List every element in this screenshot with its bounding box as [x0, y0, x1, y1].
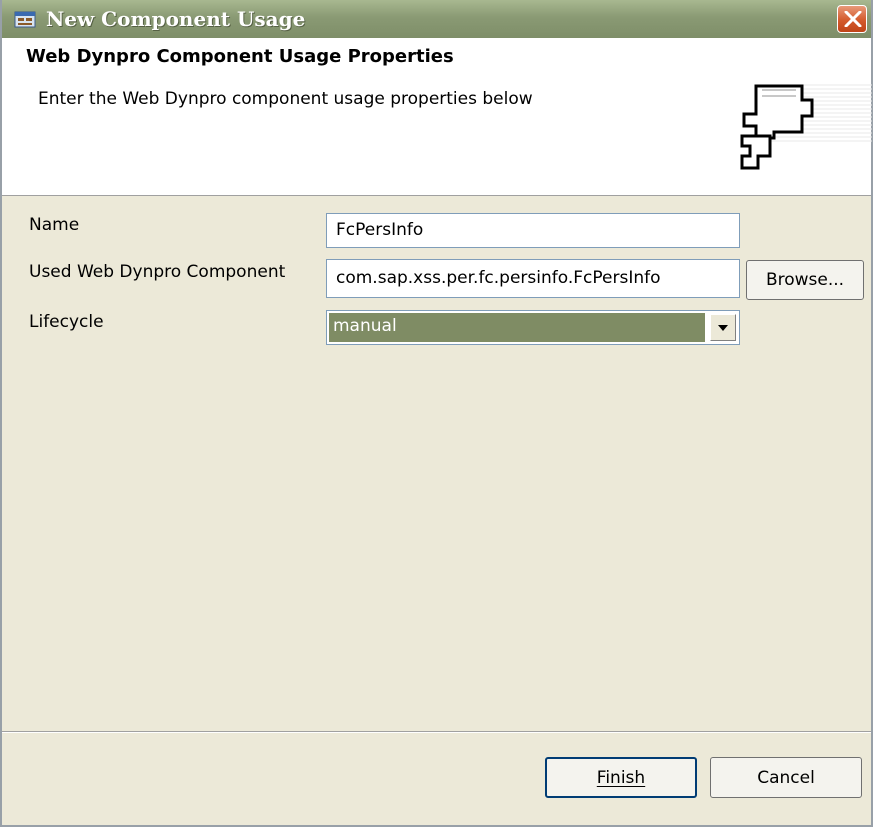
header-description: Enter the Web Dynpro component usage pro… [38, 89, 533, 109]
component-window-icon [14, 11, 36, 28]
title-bar[interactable]: New Component Usage [2, 0, 871, 38]
name-label: Name [29, 215, 80, 235]
browse-button[interactable]: Browse... [746, 260, 864, 300]
lifecycle-selected-value: manual [329, 313, 705, 342]
window-title: New Component Usage [46, 7, 306, 31]
new-component-usage-dialog: New Component Usage Web Dynpro Component… [0, 0, 873, 827]
name-input[interactable]: FcPersInfo [326, 213, 740, 248]
cancel-button[interactable]: Cancel [710, 757, 862, 798]
close-icon [844, 11, 862, 27]
chevron-down-icon [718, 325, 728, 331]
component-puzzle-icon [740, 84, 872, 170]
footer-separator [2, 731, 871, 733]
finish-button-label: Finish [596, 767, 646, 788]
used-component-label: Used Web Dynpro Component [29, 262, 286, 282]
close-button[interactable] [837, 5, 867, 33]
lifecycle-label: Lifecycle [29, 312, 104, 332]
dropdown-arrow-button[interactable] [710, 314, 736, 341]
finish-button[interactable]: Finish [545, 757, 697, 798]
used-component-input[interactable]: com.sap.xss.per.fc.persinfo.FcPersInfo [326, 259, 740, 298]
header-title: Web Dynpro Component Usage Properties [26, 46, 454, 67]
lifecycle-dropdown[interactable]: manual [326, 310, 740, 345]
